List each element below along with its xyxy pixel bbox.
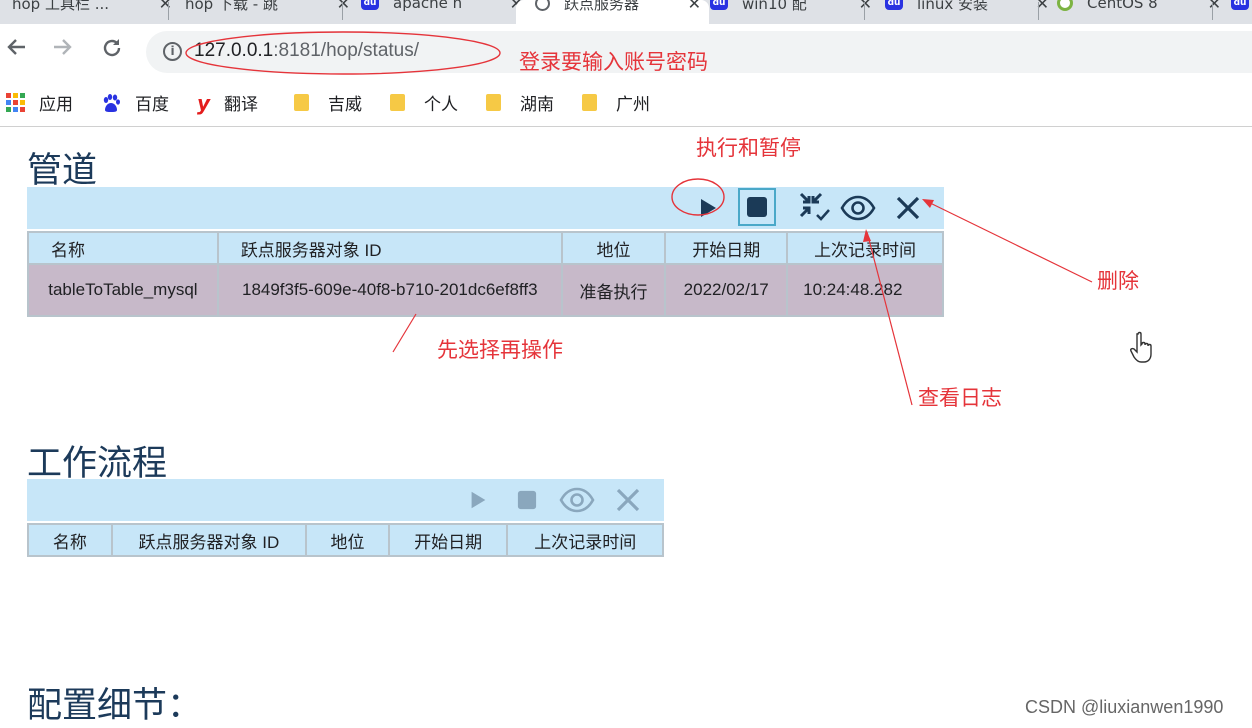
eye-icon[interactable] — [559, 487, 595, 513]
annotation-login: 登录要输入账号密码 — [519, 50, 708, 74]
table-header-row: 名称 跃点服务器对象 ID 地位 开始日期 上次记录时间 — [27, 231, 944, 265]
pipelines-title: 管道 — [27, 151, 98, 191]
bookmark-folder-jiwei[interactable]: 吉威 — [294, 90, 362, 115]
folder-icon — [390, 94, 405, 111]
tab-centos[interactable]: CentOS 8 ✕ — [1039, 0, 1229, 24]
url-text: 127.0.0.1:8181/hop/status/ — [194, 40, 420, 61]
bookmarks-bar: 应用 百度 y 翻译 吉威 个人 湖南 广州 — [0, 80, 1252, 127]
workflows-toolbar — [27, 479, 664, 521]
globe-icon — [535, 0, 550, 11]
config-title: 配置细节： — [27, 686, 203, 726]
pipelines-table: 名称 跃点服务器对象 ID 地位 开始日期 上次记录时间 tableToTabl… — [27, 231, 944, 317]
baidu-icon: du — [885, 0, 903, 10]
bookmark-apps[interactable]: 应用 — [6, 90, 73, 115]
annotation-delete: 删除 — [1097, 269, 1139, 293]
tab-apache[interactable]: du apache h ✕ — [343, 0, 531, 24]
tab-hop-download[interactable]: hop 下载 - 跳 ✕ — [169, 0, 358, 24]
play-icon[interactable] — [696, 196, 720, 220]
folder-icon — [582, 94, 597, 111]
cell-id[interactable]: 1849f3f5-609e-40f8-b710-201dc6ef8ff3 — [216, 263, 563, 317]
column-header-name[interactable]: 名称 — [27, 523, 113, 557]
tab-hop-toolbar[interactable]: hop 工具栏 ... ✕ — [0, 0, 180, 24]
table-header-row: 名称 跃点服务器对象 ID 地位 开始日期 上次记录时间 — [27, 523, 664, 557]
site-icon — [1057, 0, 1073, 11]
reload-icon[interactable] — [100, 36, 124, 66]
apps-grid-icon — [6, 93, 25, 112]
bookmark-folder-guangzhou[interactable]: 广州 — [582, 90, 650, 115]
column-header-status[interactable]: 地位 — [305, 523, 390, 557]
cell-last-log-time[interactable]: 10:24:48.282 — [786, 263, 944, 317]
close-icon[interactable] — [615, 487, 641, 513]
table-row[interactable]: tableToTable_mysql 1849f3f5-609e-40f8-b7… — [27, 263, 944, 317]
cell-name[interactable]: tableToTable_mysql — [27, 263, 219, 317]
annotation-run-pause: 执行和暂停 — [696, 136, 801, 160]
hand-cursor-icon — [1130, 331, 1152, 363]
annotation-arrow-delete — [923, 199, 1093, 283]
bookmark-folder-hunan[interactable]: 湖南 — [486, 90, 554, 115]
column-header-id[interactable]: 跃点服务器对象 ID — [110, 523, 308, 557]
eye-icon[interactable] — [840, 195, 876, 221]
stop-button[interactable] — [738, 188, 776, 226]
column-header-start-date[interactable]: 开始日期 — [664, 231, 789, 265]
column-header-last-log-time[interactable]: 上次记录时间 — [786, 231, 944, 265]
bookmark-baidu[interactable]: 百度 — [101, 90, 169, 115]
column-header-id[interactable]: 跃点服务器对象 ID — [216, 231, 563, 265]
annotation-arrow-select — [392, 313, 417, 353]
baidu-icon: du — [1231, 0, 1249, 10]
folder-icon — [294, 94, 309, 111]
youdao-icon: y — [197, 90, 211, 115]
forward-arrow-icon[interactable] — [52, 36, 74, 64]
baidu-paw-icon — [103, 93, 120, 112]
cell-status[interactable]: 准备执行 — [560, 263, 667, 317]
column-header-last-log-time[interactable]: 上次记录时间 — [506, 523, 664, 557]
tab-linux[interactable]: du linux 安装 ✕ — [865, 0, 1057, 24]
baidu-icon: du — [361, 0, 379, 10]
tab-strip: hop 工具栏 ... ✕ hop 下载 - 跳 ✕ du apache h ✕… — [0, 0, 1252, 24]
sniff-icon[interactable] — [798, 191, 832, 223]
watermark: CSDN @liuxianwen1990 — [1025, 697, 1224, 717]
stop-icon[interactable] — [517, 490, 537, 510]
play-icon[interactable] — [467, 489, 489, 511]
stop-icon — [747, 197, 767, 217]
folder-icon — [486, 94, 501, 111]
pipelines-toolbar — [27, 187, 944, 229]
close-icon[interactable] — [895, 195, 921, 221]
tab-hop-server[interactable]: 跃点服务器 ✕ — [516, 0, 709, 24]
tab-win10[interactable]: du win10 配 ✕ — [692, 0, 880, 24]
bookmark-folder-personal[interactable]: 个人 — [390, 90, 458, 115]
column-header-start-date[interactable]: 开始日期 — [387, 523, 509, 557]
info-icon[interactable]: i — [163, 42, 182, 61]
tab-more[interactable]: du — [1213, 0, 1252, 24]
column-header-status[interactable]: 地位 — [560, 231, 667, 265]
baidu-icon: du — [710, 0, 728, 10]
cell-start-date[interactable]: 2022/02/17 — [664, 263, 789, 317]
bookmark-translate[interactable]: y 翻译 — [197, 90, 258, 116]
back-arrow-icon[interactable] — [5, 36, 27, 64]
workflows-table: 名称 跃点服务器对象 ID 地位 开始日期 上次记录时间 — [27, 523, 664, 557]
annotation-view-log: 查看日志 — [918, 386, 1002, 410]
annotation-select-first: 先选择再操作 — [437, 338, 563, 362]
column-header-name[interactable]: 名称 — [27, 231, 219, 265]
